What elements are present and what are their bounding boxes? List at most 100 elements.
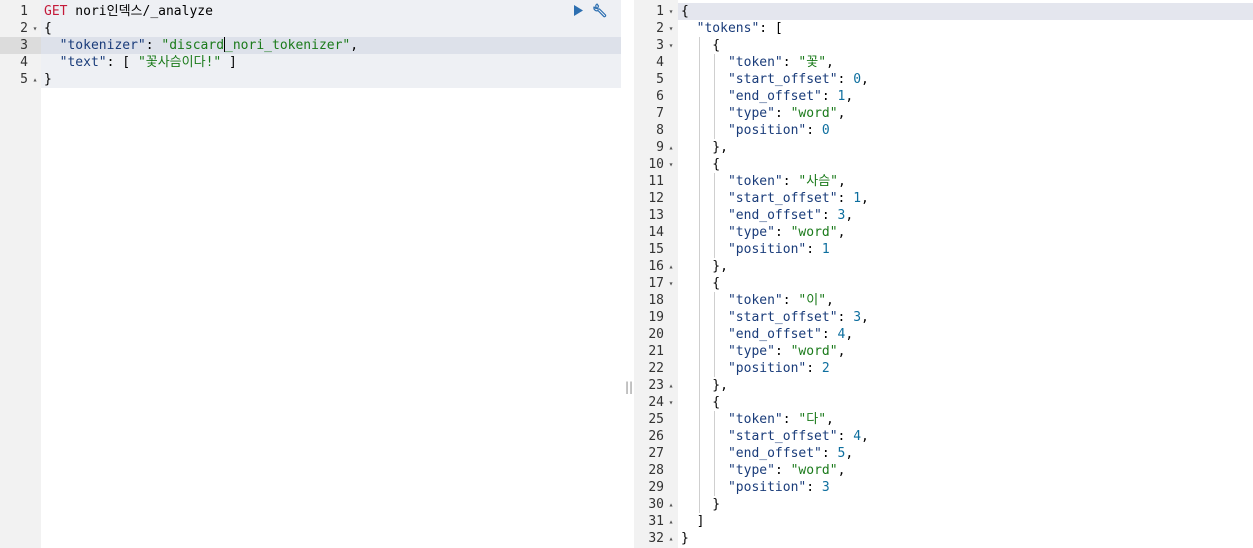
fold-toggle-icon[interactable]: ▴ [666,258,676,275]
code-token: 4 [853,429,862,444]
line-number: 4 [634,54,678,71]
line-number-text: 30 [648,497,664,512]
code-line: "position": 3 [681,479,830,496]
play-icon [574,5,583,16]
fold-toggle-icon[interactable]: ▾ [666,20,676,37]
fold-toggle-icon[interactable]: ▴ [30,71,40,88]
line-number-text: 12 [648,191,664,206]
code-token: "이" [798,293,827,308]
code-line: "start_offset": 3, [681,309,869,326]
line-number-text: 22 [648,361,664,376]
line-number: 23 ▴ [634,377,678,394]
code-token: : [837,310,854,325]
line-number: 12 [634,190,678,207]
code-token: "꽃" [798,55,827,70]
code-token: : [774,225,791,240]
line-number-text: 4 [656,55,664,70]
code-token: }, [681,378,728,393]
code-line: "position": 0 [681,122,830,139]
code-line: "type": "word", [681,462,845,479]
code-line: "start_offset": 1, [681,190,869,207]
code-token: : [837,191,854,206]
code-token: "type" [727,463,775,478]
line-number-text: 13 [648,208,664,223]
response-viewer[interactable]: 1 ▾ 2 ▾ 3 ▾ 4 5 6 7 8 9 ▴ 10 ▾ 11 12 13 14 15 16 ▴ 17 ▾ 18 19 20 21… [634,0,1253,548]
code-token: "start_offset" [727,310,838,325]
fold-toggle-icon[interactable]: ▴ [666,377,676,394]
code-token: , [861,191,869,206]
code-token: "word" [790,344,838,359]
code-line: "position": 2 [681,360,830,377]
resizer-handle[interactable]: || [625,380,633,394]
code-token: } [681,497,721,512]
code-token: : [821,446,838,461]
code-token: , [861,429,869,444]
code-line: "tokens": [ [681,20,783,37]
code-token: : [782,412,799,427]
code-token: "word" [790,225,838,240]
code-token: { [681,276,721,291]
pane-resizer[interactable]: || [621,0,634,548]
fold-toggle-icon[interactable]: ▾ [666,394,676,411]
line-number: 15 [634,241,678,258]
line-number: 2 ▾ [634,20,678,37]
fold-toggle-icon[interactable]: ▾ [666,156,676,173]
code-token: "type" [727,225,775,240]
line-number: 8 [634,122,678,139]
fold-toggle-icon[interactable]: ▴ [666,530,676,547]
run-request-button[interactable] [570,3,586,19]
line-number: 2 ▾ [0,20,41,37]
code-token: : [821,89,838,104]
fold-toggle-icon[interactable]: ▴ [666,496,676,513]
line-number-text: 32 [648,531,664,546]
code-token: , [838,174,846,189]
code-token: : [774,106,791,121]
code-token: { [44,21,52,36]
fold-toggle-icon[interactable]: ▾ [666,37,676,54]
line-number-text: 17 [648,276,664,291]
code-token: "word" [790,106,838,121]
fold-toggle-icon[interactable]: ▾ [666,3,676,20]
code-token: 0 [821,123,830,138]
fold-toggle-icon[interactable]: ▴ [666,513,676,530]
line-number-text: 18 [648,293,664,308]
request-settings-button[interactable] [592,3,608,19]
code-line: ] [681,513,705,530]
fold-toggle-icon[interactable]: ▾ [666,275,676,292]
line-number: 30 ▴ [634,496,678,513]
code-token: GET [44,4,68,19]
code-line: { [44,20,52,37]
code-token: : [782,293,799,308]
line-number-text: 25 [648,412,664,427]
fold-toggle-icon[interactable]: ▴ [666,139,676,156]
fold-toggle-icon[interactable]: ▾ [30,20,40,37]
request-editor[interactable]: 1 2 ▾ 3 4 5 ▴ GET nori인덱스/_analyze{ "tokenizer… [0,0,621,548]
code-token: "text" [59,55,107,70]
code-token: , [826,55,834,70]
code-token: : [774,344,791,359]
line-number: 9 ▴ [634,139,678,156]
request-toolbar [570,2,608,19]
line-number: 4 [0,54,41,71]
code-line: "end_offset": 5, [681,445,853,462]
line-number-text: 10 [648,157,664,172]
code-token: , [826,412,834,427]
code-token: ] [221,55,237,70]
code-token: "start_offset" [727,429,838,444]
code-token: , [350,38,359,53]
code-token: , [826,293,834,308]
code-line: "start_offset": 4, [681,428,869,445]
code-token: : [774,463,791,478]
code-line: { [681,275,720,292]
code-token: "type" [727,106,775,121]
code-token: "position" [727,123,807,138]
